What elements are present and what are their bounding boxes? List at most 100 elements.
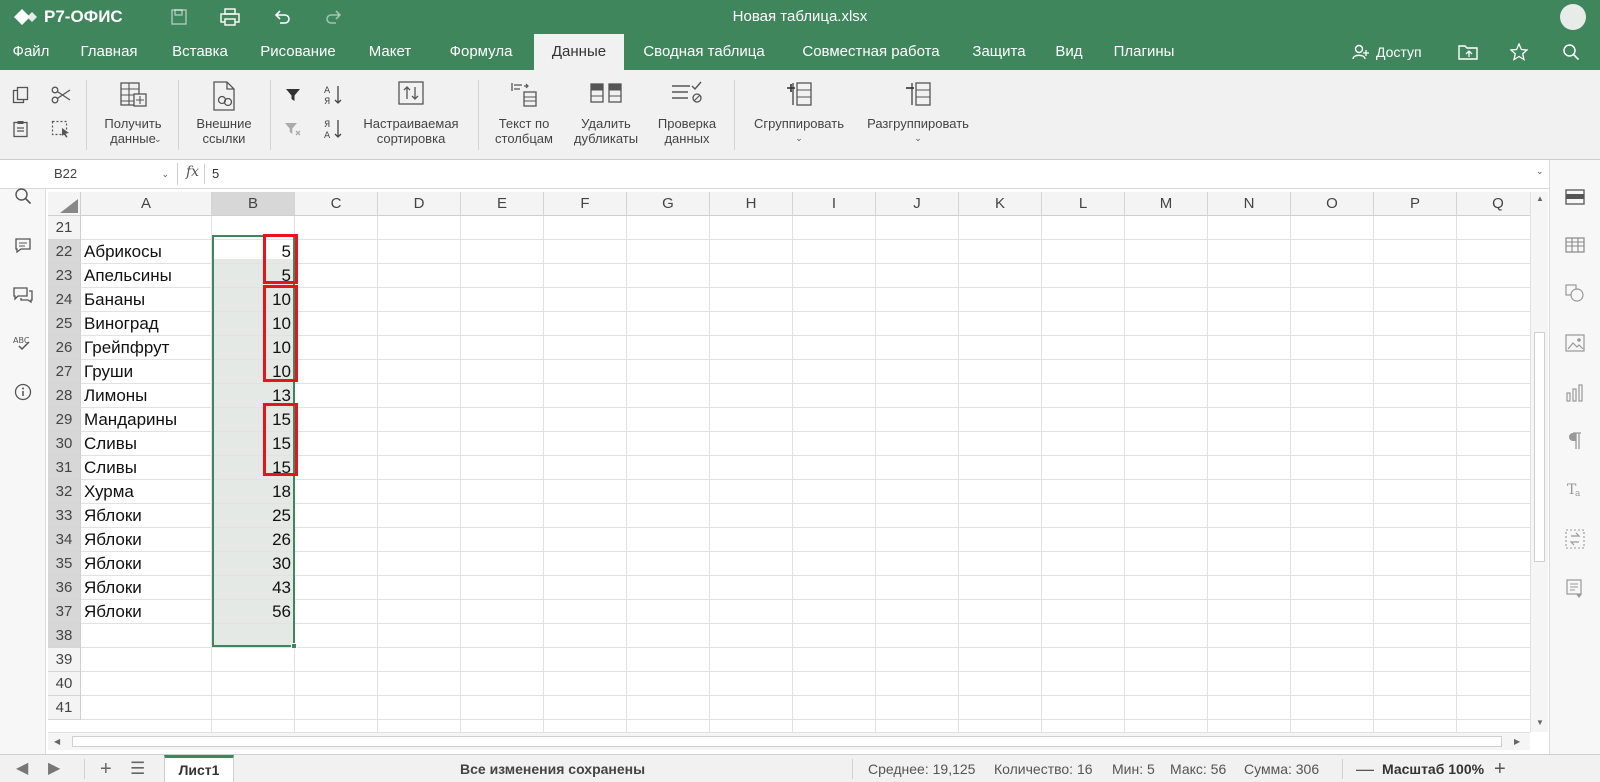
- cell-a29[interactable]: Мандарины: [81, 408, 212, 432]
- cell-a25[interactable]: Виноград: [81, 312, 212, 336]
- column-header-m[interactable]: M: [1125, 192, 1208, 216]
- cell-b28[interactable]: 13: [212, 384, 295, 408]
- cell-b34[interactable]: 26: [212, 528, 295, 552]
- fill-handle[interactable]: [291, 643, 297, 649]
- clear-filter-icon[interactable]: [280, 116, 306, 142]
- open-location-icon[interactable]: [1458, 34, 1478, 70]
- cell-b25[interactable]: 10: [212, 312, 295, 336]
- cell-a36[interactable]: Яблоки: [81, 576, 212, 600]
- vertical-scroll-thumb[interactable]: [1534, 332, 1545, 562]
- print-icon[interactable]: [218, 5, 242, 29]
- custom-sort-button[interactable]: Настраиваемая сортировка: [356, 80, 466, 146]
- tab-insert[interactable]: Вставка: [156, 34, 244, 70]
- chart-settings-icon[interactable]: [1562, 380, 1588, 406]
- cell-a24[interactable]: Бананы: [81, 288, 212, 312]
- prev-sheet-icon[interactable]: ◀: [16, 755, 28, 782]
- cell-settings-icon[interactable]: [1562, 184, 1588, 210]
- cell-a34[interactable]: Яблоки: [81, 528, 212, 552]
- copy-icon[interactable]: [8, 82, 34, 108]
- tab-layout[interactable]: Макет: [352, 34, 428, 70]
- pivot-settings-icon[interactable]: [1562, 526, 1588, 552]
- zoom-in-icon[interactable]: +: [1494, 755, 1506, 782]
- row-header-38[interactable]: 38: [48, 624, 81, 648]
- column-header-i[interactable]: I: [793, 192, 876, 216]
- row-header-29[interactable]: 29: [48, 408, 81, 432]
- tab-draw[interactable]: Рисование: [244, 34, 352, 70]
- chat-icon[interactable]: [10, 282, 36, 308]
- column-header-a[interactable]: A: [81, 192, 212, 216]
- select-all-icon[interactable]: [48, 116, 74, 142]
- signature-settings-icon[interactable]: [1562, 576, 1588, 602]
- table-settings-icon[interactable]: [1562, 232, 1588, 258]
- cell-b24[interactable]: 10: [212, 288, 295, 312]
- spreadsheet-grid[interactable]: ABCDEFGHIJKLMNOPQ 21 22 23 24 25 26 27 28 29 30 31…: [48, 192, 1530, 732]
- tab-data[interactable]: Данные: [534, 34, 624, 70]
- cell-b37[interactable]: 56: [212, 600, 295, 624]
- scroll-down-icon[interactable]: ▼: [1536, 718, 1544, 727]
- row-header-27[interactable]: 27: [48, 360, 81, 384]
- column-header-l[interactable]: L: [1042, 192, 1125, 216]
- row-header-31[interactable]: 31: [48, 456, 81, 480]
- data-validation-button[interactable]: Проверка данных: [650, 80, 724, 146]
- cell-b26[interactable]: 10: [212, 336, 295, 360]
- cell-b31[interactable]: 15: [212, 456, 295, 480]
- row-header-35[interactable]: 35: [48, 552, 81, 576]
- column-header-n[interactable]: N: [1208, 192, 1291, 216]
- comments-icon[interactable]: [10, 233, 36, 259]
- text-to-columns-button[interactable]: Текст по столбцам: [486, 80, 562, 146]
- column-header-g[interactable]: G: [627, 192, 710, 216]
- access-button[interactable]: Доступ: [1352, 34, 1422, 70]
- tab-formula[interactable]: Формула: [428, 34, 534, 70]
- sort-descending-icon[interactable]: ЯA: [320, 116, 346, 142]
- row-header-36[interactable]: 36: [48, 576, 81, 600]
- tab-plugins[interactable]: Плагины: [1098, 34, 1190, 70]
- column-header-d[interactable]: D: [378, 192, 461, 216]
- tab-protection[interactable]: Защита: [958, 34, 1040, 70]
- get-data-button[interactable]: Получить данные ⌄: [94, 80, 172, 146]
- cell-b33[interactable]: 25: [212, 504, 295, 528]
- filter-icon[interactable]: [280, 82, 306, 108]
- tab-collaboration[interactable]: Совместная работа: [784, 34, 958, 70]
- find-icon[interactable]: [10, 183, 36, 209]
- horizontal-scroll-thumb[interactable]: [72, 736, 1502, 747]
- favorite-star-icon[interactable]: [1510, 34, 1528, 70]
- paragraph-settings-icon[interactable]: [1562, 428, 1588, 454]
- user-avatar[interactable]: [1560, 4, 1586, 30]
- expand-formula-icon[interactable]: ⌄: [1536, 166, 1544, 177]
- scroll-right-icon[interactable]: ▶: [1514, 737, 1520, 746]
- row-header-22[interactable]: 22: [48, 240, 81, 264]
- ungroup-button[interactable]: Разгруппировать ⌄: [858, 80, 978, 146]
- tab-pivot-table[interactable]: Сводная таблица: [624, 34, 784, 70]
- row-header-34[interactable]: 34: [48, 528, 81, 552]
- undo-icon[interactable]: [270, 5, 294, 29]
- column-header-p[interactable]: P: [1374, 192, 1457, 216]
- formula-input[interactable]: 5: [212, 166, 219, 181]
- row-header-32[interactable]: 32: [48, 480, 81, 504]
- cell-a33[interactable]: Яблоки: [81, 504, 212, 528]
- info-icon[interactable]: [10, 379, 36, 405]
- row-header-24[interactable]: 24: [48, 288, 81, 312]
- cut-icon[interactable]: [48, 82, 74, 108]
- image-settings-icon[interactable]: [1562, 330, 1588, 356]
- save-icon[interactable]: [167, 5, 191, 29]
- shape-settings-icon[interactable]: [1562, 280, 1588, 306]
- cell-b32[interactable]: 18: [212, 480, 295, 504]
- zoom-out-icon[interactable]: —: [1356, 755, 1374, 782]
- column-header-q[interactable]: Q: [1457, 192, 1530, 216]
- row-header-40[interactable]: 40: [48, 672, 81, 696]
- scroll-left-icon[interactable]: ◀: [54, 737, 60, 746]
- name-box[interactable]: B22 ⌄: [48, 163, 178, 185]
- row-header-37[interactable]: 37: [48, 600, 81, 624]
- row-header-41[interactable]: 41: [48, 696, 81, 720]
- cell-a27[interactable]: Груши: [81, 360, 212, 384]
- cell-a37[interactable]: Яблоки: [81, 600, 212, 624]
- sort-ascending-icon[interactable]: AЯ: [320, 82, 346, 108]
- tab-file[interactable]: Файл: [0, 34, 62, 70]
- cell-a35[interactable]: Яблоки: [81, 552, 212, 576]
- cell-b35[interactable]: 30: [212, 552, 295, 576]
- remove-duplicates-button[interactable]: Удалить дубликаты: [566, 80, 646, 146]
- column-header-j[interactable]: J: [876, 192, 959, 216]
- cell-b22[interactable]: 5: [212, 240, 295, 264]
- select-all-corner[interactable]: [48, 192, 81, 216]
- cell-a28[interactable]: Лимоны: [81, 384, 212, 408]
